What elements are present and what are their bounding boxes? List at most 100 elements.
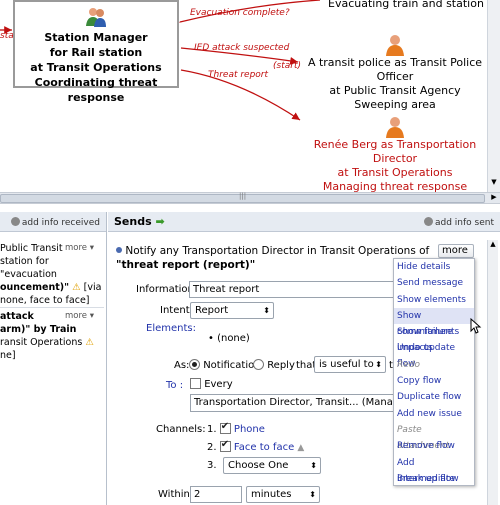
menu-item-show-failure-impacts[interactable]: Show failure impacts xyxy=(394,324,474,353)
add-info-sent-link[interactable]: add info sent xyxy=(423,217,494,228)
police-line3: Sweeping area xyxy=(354,98,436,111)
received-flow-item-1[interactable]: Public Transit more ▾ station for "evacua… xyxy=(0,242,104,307)
radio-icon xyxy=(253,359,264,370)
notification-radio[interactable]: Notification xyxy=(189,359,261,371)
checkbox-icon xyxy=(190,378,201,389)
menu-item-break-up-flow[interactable]: Break up flow xyxy=(394,471,474,487)
as-label: As: xyxy=(174,360,190,371)
police-line1: A transit police as Transit Police Offic… xyxy=(307,56,483,83)
horizontal-scroll-thumb[interactable]: ||| xyxy=(0,192,485,203)
every-checkbox[interactable]: Every xyxy=(190,378,233,390)
menu-item-send-message[interactable]: Send message xyxy=(394,275,474,291)
gear-icon xyxy=(423,217,433,226)
sends-header: Sends ➡ add info sent xyxy=(108,212,500,232)
units-select[interactable]: minutes ⬍ xyxy=(246,486,320,503)
edge-label-ied[interactable]: IED attack suspected xyxy=(194,43,289,53)
edge-label-evacuation[interactable]: Evacuation complete? xyxy=(190,8,290,18)
graph-vertical-scrollbar[interactable]: ▼ xyxy=(487,0,500,192)
channel-phone[interactable]: 1. Phone xyxy=(207,421,265,435)
elements-value: • (none) xyxy=(208,333,250,344)
received-line: Public Transit xyxy=(0,243,63,254)
manager-line1: Station Manager xyxy=(44,31,148,44)
intent-select[interactable]: Report ⬍ xyxy=(190,302,274,319)
warning-icon: ⚠ xyxy=(85,337,94,348)
sends-title: Sends ➡ xyxy=(114,215,165,228)
channel-face-to-face[interactable]: 2. Face to face ▲ xyxy=(207,439,304,453)
scroll-down-arrow-icon[interactable]: ▼ xyxy=(489,178,499,190)
add-info-received-link[interactable]: add info received xyxy=(10,217,100,228)
triangle-up-icon[interactable]: ▲ xyxy=(297,443,304,453)
to-label[interactable]: To : xyxy=(166,380,183,391)
graph-horizontal-scrollbar[interactable]: ||| ▶ xyxy=(0,192,500,204)
sends-vertical-scrollbar[interactable]: ▲ xyxy=(487,240,498,505)
start-label-right: (start) xyxy=(273,61,301,71)
elements-label[interactable]: Elements: xyxy=(146,323,196,334)
person-icon xyxy=(386,35,404,56)
menu-item-add-new-issue[interactable]: Add new issue xyxy=(394,406,474,422)
manager-line3: at Transit Operations xyxy=(30,61,162,74)
edge-label-threat[interactable]: Threat report xyxy=(208,70,268,80)
recipient-select[interactable]: Transportation Director, Transit... (Man… xyxy=(190,394,398,412)
transportation-director-node[interactable]: Renée Berg as Transportation Director at… xyxy=(300,116,490,192)
station-manager-node[interactable]: Station Manager for Rail station at Tran… xyxy=(13,0,179,104)
checkbox-checked-icon xyxy=(219,421,231,434)
scroll-right-arrow-icon[interactable]: ▶ xyxy=(489,193,499,203)
notify-text: Notify any Transportation Director in Tr… xyxy=(125,245,430,257)
within-input[interactable]: 2 xyxy=(190,486,242,503)
gear-icon xyxy=(10,217,20,226)
usefulness-select[interactable]: is useful to ⬍ xyxy=(314,356,386,373)
flow-summary: Notify any Transportation Director in Tr… xyxy=(116,244,436,272)
received-flow-item-2[interactable]: attack more ▾ arm)" by Train ransit Opera… xyxy=(0,310,104,362)
transit-police-node[interactable]: A transit police as Transit Police Offic… xyxy=(300,34,490,112)
notify-info-name: "threat report (report)" xyxy=(116,259,256,271)
menu-item-redo: Redo xyxy=(397,359,421,370)
received-line: ne] xyxy=(0,350,16,361)
mouse-cursor-icon xyxy=(470,318,482,334)
receives-header: add info received xyxy=(0,212,106,232)
received-line: ouncement)" ⚠ [via xyxy=(0,282,102,293)
updown-arrow-icon: ⬍ xyxy=(310,461,317,470)
menu-item-add-intermediate[interactable]: Add intermediate xyxy=(394,455,474,484)
checkbox-checked-icon xyxy=(219,439,231,452)
scroll-up-arrow-icon[interactable]: ▲ xyxy=(488,240,498,248)
reply-radio[interactable]: Reply xyxy=(253,359,295,371)
menu-item-remove-flow[interactable]: Remove flow xyxy=(394,438,474,454)
more-menu-button[interactable]: more ▾ xyxy=(438,244,474,268)
menu-item-undo-update-flow[interactable]: Undo update flow xyxy=(394,340,474,369)
more-button[interactable]: more ▾ xyxy=(65,310,94,323)
radio-selected-icon xyxy=(189,359,200,370)
received-line: arm)" by Train xyxy=(0,324,77,335)
flow-context-menu: Hide details Send message Show elements … xyxy=(393,258,475,486)
updown-arrow-icon: ⬍ xyxy=(375,360,382,369)
flow-graph-canvas[interactable]: start) Station Manager for Rail station … xyxy=(0,0,500,193)
arrow-right-icon: ➡ xyxy=(155,215,165,228)
menu-item-duplicate-flow[interactable]: Duplicate flow xyxy=(394,389,474,405)
information-input[interactable]: Threat report xyxy=(189,281,394,298)
grip-icon: ||| xyxy=(239,192,247,200)
director-line2: at Transit Operations xyxy=(337,166,453,179)
manager-line4: Coordinating threat response xyxy=(34,76,158,104)
person-icon xyxy=(386,117,404,138)
channel-choose-select[interactable]: Choose One ⬍ xyxy=(223,457,321,474)
within-label: Within: xyxy=(158,489,194,500)
received-line: ransit Operations ⚠ xyxy=(0,337,94,348)
channel-3-number: 3. xyxy=(207,460,217,471)
manager-line2: for Rail station xyxy=(49,46,143,59)
bullet-icon xyxy=(116,247,122,253)
group-users-icon xyxy=(86,8,106,27)
menu-item-copy-flow[interactable]: Copy flow xyxy=(394,373,474,389)
menu-item-hide-details[interactable]: Hide details xyxy=(394,259,474,275)
police-line2: at Public Transit Agency xyxy=(329,84,461,97)
more-button[interactable]: more ▾ xyxy=(65,242,94,255)
evacuating-node-label[interactable]: Evacuating train and station xyxy=(328,0,484,11)
channels-label: Channels: xyxy=(156,424,206,435)
director-line1: Renée Berg as Transportation Director xyxy=(313,138,477,165)
received-line: station for "evacuation xyxy=(0,256,57,280)
updown-arrow-icon: ⬍ xyxy=(309,490,316,499)
received-line: none, face to face] xyxy=(0,295,90,306)
intent-label: Intent: xyxy=(160,305,193,316)
updown-arrow-icon: ⬍ xyxy=(263,306,270,315)
menu-item-show-elements[interactable]: Show elements xyxy=(394,292,474,308)
received-line: attack xyxy=(0,311,34,322)
menu-item-show-commitments[interactable]: Show commitments xyxy=(394,307,474,337)
